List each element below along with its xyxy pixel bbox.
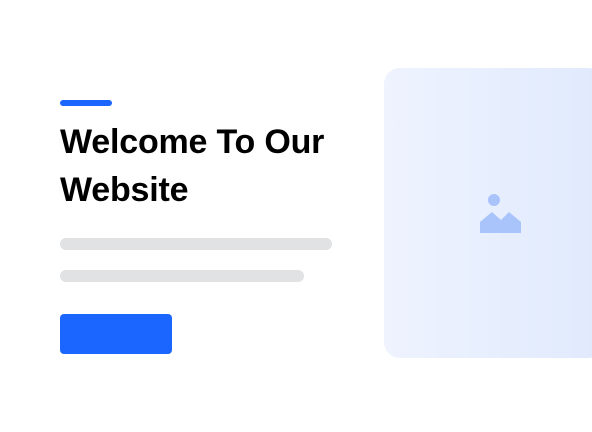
text-placeholder-line-2	[60, 270, 304, 282]
page-title: Welcome To Our Website	[60, 123, 325, 209]
image-placeholder	[384, 68, 592, 358]
cta-button[interactable]	[60, 314, 172, 354]
image-icon	[480, 191, 522, 233]
accent-bar	[60, 100, 112, 106]
text-placeholder-line-1	[60, 238, 332, 250]
